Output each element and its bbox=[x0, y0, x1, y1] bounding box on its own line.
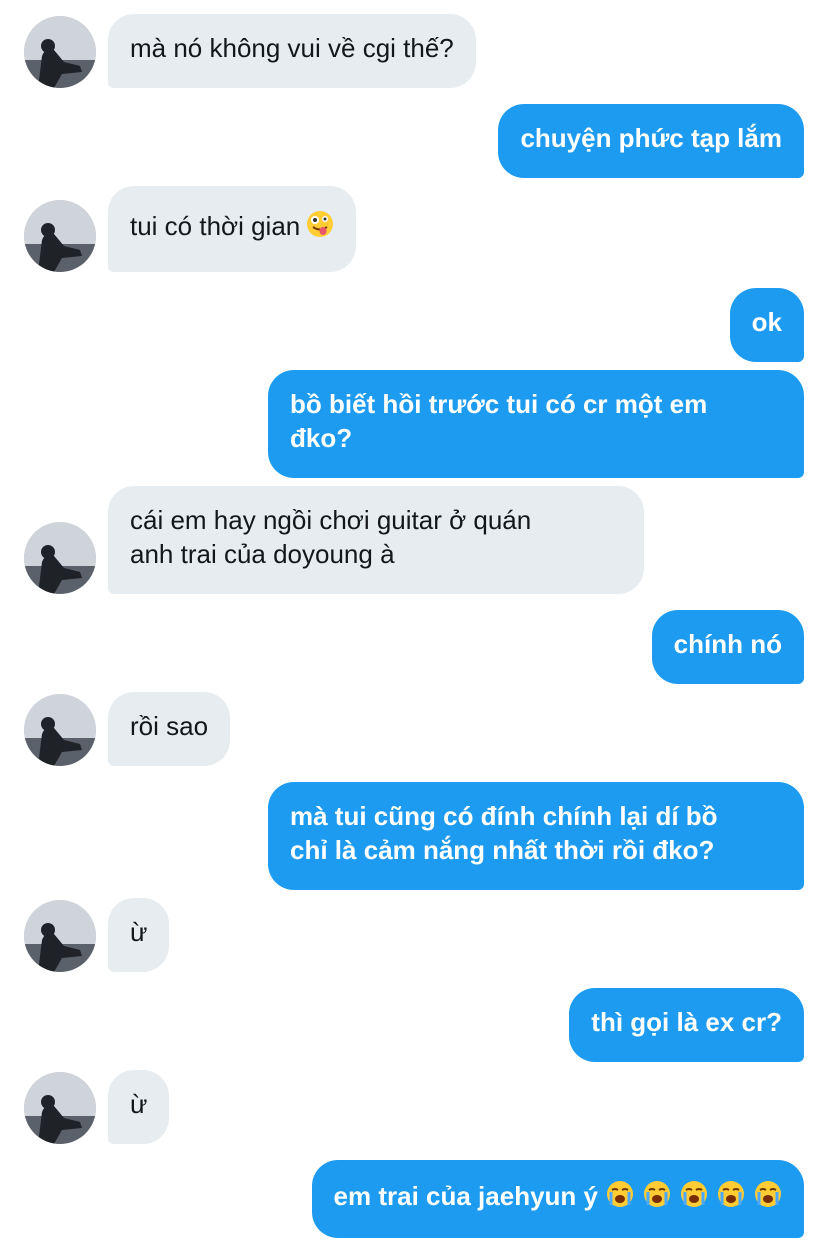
message-bubble-outgoing[interactable]: bồ biết hồi trước tui có cr một em đko? bbox=[268, 370, 804, 478]
message-bubble-incoming[interactable]: ừ bbox=[108, 898, 170, 972]
avatar[interactable] bbox=[24, 1072, 96, 1144]
message-bubble-incoming[interactable]: rồi sao bbox=[108, 692, 231, 766]
message-line: mà tui cũng có đính chính lại dí bồ bbox=[290, 801, 718, 831]
loudly-crying-face-emoji bbox=[754, 1180, 782, 1208]
message-line: đko? bbox=[290, 423, 353, 453]
message-text: em trai của jaehyun ý bbox=[333, 1181, 598, 1211]
message-bubble-outgoing[interactable]: ok bbox=[729, 288, 804, 362]
avatar[interactable] bbox=[24, 200, 96, 272]
message-line: bồ biết hồi trước tui có cr một em bbox=[290, 389, 708, 419]
message-bubble-outgoing[interactable]: em trai của jaehyun ý bbox=[311, 1160, 804, 1238]
message-bubble-incoming[interactable]: cái em hay ngồi chơi guitar ở quán anh t… bbox=[108, 486, 644, 594]
loudly-crying-face-emoji bbox=[643, 1180, 671, 1208]
message-text: tui có thời gian bbox=[130, 211, 301, 241]
loudly-crying-face-emoji bbox=[606, 1180, 634, 1208]
avatar[interactable] bbox=[24, 522, 96, 594]
avatar[interactable] bbox=[24, 900, 96, 972]
message-bubble-outgoing[interactable]: chuyện phức tạp lắm bbox=[498, 104, 804, 178]
message-line: anh trai của doyoung à bbox=[130, 539, 395, 569]
message-line: chỉ là cảm nắng nhất thời rồi đko? bbox=[290, 835, 715, 865]
loudly-crying-face-emoji bbox=[717, 1180, 745, 1208]
message-bubble-outgoing[interactable]: mà tui cũng có đính chính lại dí bồ chỉ … bbox=[268, 782, 804, 890]
message-bubble-incoming[interactable]: ừ bbox=[108, 1070, 170, 1144]
message-line: cái em hay ngồi chơi guitar ở quán bbox=[130, 505, 532, 535]
message-bubble-outgoing[interactable]: chính nó bbox=[651, 610, 804, 684]
avatar[interactable] bbox=[24, 16, 96, 88]
loudly-crying-face-emoji bbox=[680, 1180, 708, 1208]
avatar[interactable] bbox=[24, 694, 96, 766]
message-bubble-incoming[interactable]: tui có thời gian bbox=[108, 186, 357, 272]
message-bubble-incoming[interactable]: mà nó không vui về cgi thế? bbox=[108, 14, 476, 88]
message-bubble-outgoing[interactable]: thì gọi là ex cr? bbox=[569, 988, 804, 1062]
emoji-group bbox=[598, 1181, 782, 1211]
zany-face-emoji bbox=[306, 210, 334, 238]
